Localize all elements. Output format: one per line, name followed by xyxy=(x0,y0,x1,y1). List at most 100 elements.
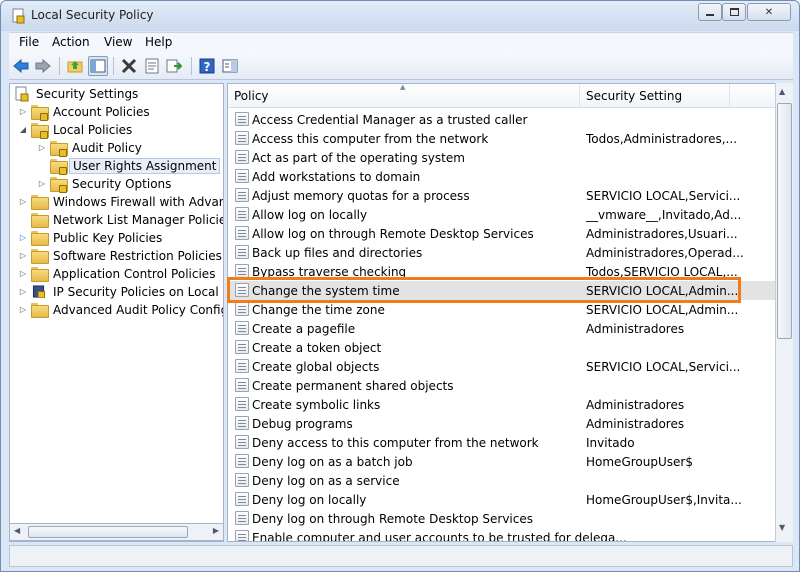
policy-row[interactable]: Bypass traverse checking Todos,SERVICIO L… xyxy=(228,262,776,281)
column-header-policy[interactable]: Policy xyxy=(228,84,580,108)
show-hide-tree-icon xyxy=(90,59,106,73)
policy-icon xyxy=(235,454,249,468)
expand-arrow-icon[interactable]: ▷ xyxy=(18,197,28,206)
policy-row[interactable]: Create symbolic links Administradores xyxy=(228,395,776,414)
column-header-security-setting[interactable]: Security Setting xyxy=(580,84,730,108)
policy-row[interactable]: Create a token object xyxy=(228,338,776,357)
policy-row[interactable]: Deny log on as a batch job HomeGroupUser$ xyxy=(228,452,776,471)
show-pane-button[interactable] xyxy=(220,56,240,76)
folder-lock-icon xyxy=(50,141,68,157)
minimize-button[interactable] xyxy=(698,3,722,21)
folder-lock-icon xyxy=(31,105,49,121)
tree-item-label: Audit Policy xyxy=(72,140,142,155)
close-button[interactable]: ✕ xyxy=(747,3,791,21)
expand-arrow-icon[interactable]: ▷ xyxy=(18,233,28,242)
policy-row[interactable]: Create global objects SERVICIO LOCAL,Serv… xyxy=(228,357,776,376)
policy-row[interactable]: Debug programs Administradores xyxy=(228,414,776,433)
tree-item-label: Network List Manager Policies xyxy=(53,212,224,227)
properties-button[interactable] xyxy=(142,56,162,76)
collapse-arrow-icon[interactable]: ◢ xyxy=(18,125,28,134)
policy-row[interactable]: Adjust memory quotas for a process SERVIC… xyxy=(228,186,776,205)
menu-help[interactable]: Help xyxy=(145,35,172,49)
column-header-empty xyxy=(730,84,776,108)
tree-item-network-list-manager[interactable]: Network List Manager Policies xyxy=(18,211,224,228)
policy-row[interactable]: Access Credential Manager as a trusted c… xyxy=(228,110,776,129)
menu-action[interactable]: Action xyxy=(52,35,90,49)
menu-view[interactable]: View xyxy=(104,35,132,49)
show-hide-tree-button[interactable] xyxy=(88,56,108,76)
policy-icon xyxy=(235,245,249,259)
policy-row[interactable]: Deny log on as a service xyxy=(228,471,776,490)
export-list-button[interactable] xyxy=(164,56,184,76)
policy-row[interactable]: Change the system time SERVICIO LOCAL,Adm… xyxy=(228,281,776,300)
policy-security-setting: SERVICIO LOCAL,Admin... xyxy=(586,283,739,298)
policy-row[interactable]: Back up files and directories Administrad… xyxy=(228,243,776,262)
tree-item-label: Public Key Policies xyxy=(53,230,163,245)
scroll-up-icon[interactable]: ▲ xyxy=(779,87,785,96)
policy-row[interactable]: Change the time zone SERVICIO LOCAL,Admin… xyxy=(228,300,776,319)
security-policy-icon xyxy=(12,8,25,24)
tree-item-public-key-policies[interactable]: ▷ Public Key Policies xyxy=(18,229,165,246)
policy-row[interactable]: Act as part of the operating system xyxy=(228,148,776,167)
tree-item-user-rights-assignment[interactable]: User Rights Assignment xyxy=(37,157,221,175)
app-window: Local Security Policy ✕ File Action View… xyxy=(0,0,800,572)
expand-arrow-icon[interactable]: ▷ xyxy=(18,107,28,116)
tree-item-audit-policy[interactable]: ▷ Audit Policy xyxy=(37,139,145,157)
policy-row[interactable]: Add workstations to domain xyxy=(228,167,776,186)
policy-security-setting: Administradores,Operad... xyxy=(586,245,744,260)
expand-arrow-icon[interactable]: ▷ xyxy=(37,143,47,152)
policy-row[interactable]: Create permanent shared objects xyxy=(228,376,776,395)
expand-arrow-icon[interactable]: ▷ xyxy=(37,179,47,188)
tree-item-advanced-audit[interactable]: ▷ Advanced Audit Policy Configur xyxy=(18,301,223,318)
folder-icon xyxy=(31,249,49,264)
tree-item-local-policies[interactable]: ◢ Local Policies xyxy=(18,121,135,139)
tree-item-security-options[interactable]: ▷ Security Options xyxy=(37,175,174,193)
scroll-left-icon[interactable]: ◀ xyxy=(14,526,20,535)
policy-name: Bypass traverse checking xyxy=(252,264,407,279)
policy-row[interactable]: Allow log on locally __vmware__,Invitado,… xyxy=(228,205,776,224)
policy-security-setting: SERVICIO LOCAL,Servici... xyxy=(586,188,741,203)
tree-item-ip-security[interactable]: ▷ IP Security Policies on Local Cor xyxy=(18,283,223,300)
tree-item-application-control[interactable]: ▷ Application Control Policies xyxy=(18,265,218,282)
policy-name: Create symbolic links xyxy=(252,397,381,412)
policy-row[interactable]: Enable computer and user accounts to be … xyxy=(228,528,776,541)
policy-row[interactable]: Access this computer from the network Tod… xyxy=(228,129,776,148)
policy-security-setting: SERVICIO LOCAL,Admin... xyxy=(586,302,739,317)
scroll-thumb[interactable] xyxy=(28,526,188,538)
policy-icon xyxy=(235,530,249,541)
tree-horizontal-scrollbar[interactable]: ◀ ▶ xyxy=(9,523,224,541)
expand-arrow-icon[interactable]: ▷ xyxy=(18,269,28,278)
policy-row[interactable]: Allow log on through Remote Desktop Serv… xyxy=(228,224,776,243)
forward-button[interactable] xyxy=(33,56,53,76)
back-button[interactable] xyxy=(11,56,31,76)
scroll-thumb[interactable] xyxy=(777,103,792,339)
tree-item-software-restriction[interactable]: ▷ Software Restriction Policies xyxy=(18,247,223,264)
expand-arrow-icon[interactable]: ▷ xyxy=(18,251,28,260)
policy-security-setting: Invitado xyxy=(586,435,635,450)
tree-item-label: User Rights Assignment xyxy=(69,157,221,174)
expand-arrow-icon[interactable]: ▷ xyxy=(18,305,28,314)
tree-item-account-policies[interactable]: ▷ Account Policies xyxy=(18,103,153,121)
scroll-right-icon[interactable]: ▶ xyxy=(213,526,219,535)
up-one-level-button[interactable] xyxy=(65,56,85,76)
policy-icon xyxy=(235,435,249,449)
policy-icon xyxy=(235,511,249,525)
toolbar-separator xyxy=(59,57,60,75)
menu-file[interactable]: File xyxy=(19,35,39,49)
policy-icon xyxy=(235,283,249,297)
policy-row[interactable]: Deny log on locally HomeGroupUser$,Invita… xyxy=(228,490,776,509)
maximize-button[interactable] xyxy=(722,3,746,21)
delete-button[interactable] xyxy=(119,56,139,76)
tree-item-windows-firewall[interactable]: ▷ Windows Firewall with Advance xyxy=(18,193,223,210)
scroll-down-icon[interactable]: ▼ xyxy=(779,523,785,532)
policy-icon xyxy=(235,169,249,183)
policy-row[interactable]: Deny log on through Remote Desktop Servi… xyxy=(228,509,776,528)
toolbar: ? xyxy=(9,52,793,80)
policy-row[interactable]: Deny access to this computer from the ne… xyxy=(228,433,776,452)
policy-row[interactable]: Create a pagefile Administradores xyxy=(228,319,776,338)
list-vertical-scrollbar[interactable]: ▲ ▼ xyxy=(775,83,793,542)
expand-arrow-icon[interactable]: ▷ xyxy=(18,287,28,296)
help-button[interactable]: ? xyxy=(197,56,217,76)
tree-item-label: Software Restriction Policies xyxy=(53,248,222,263)
tree-root-security-settings[interactable]: Security Settings xyxy=(14,85,141,102)
